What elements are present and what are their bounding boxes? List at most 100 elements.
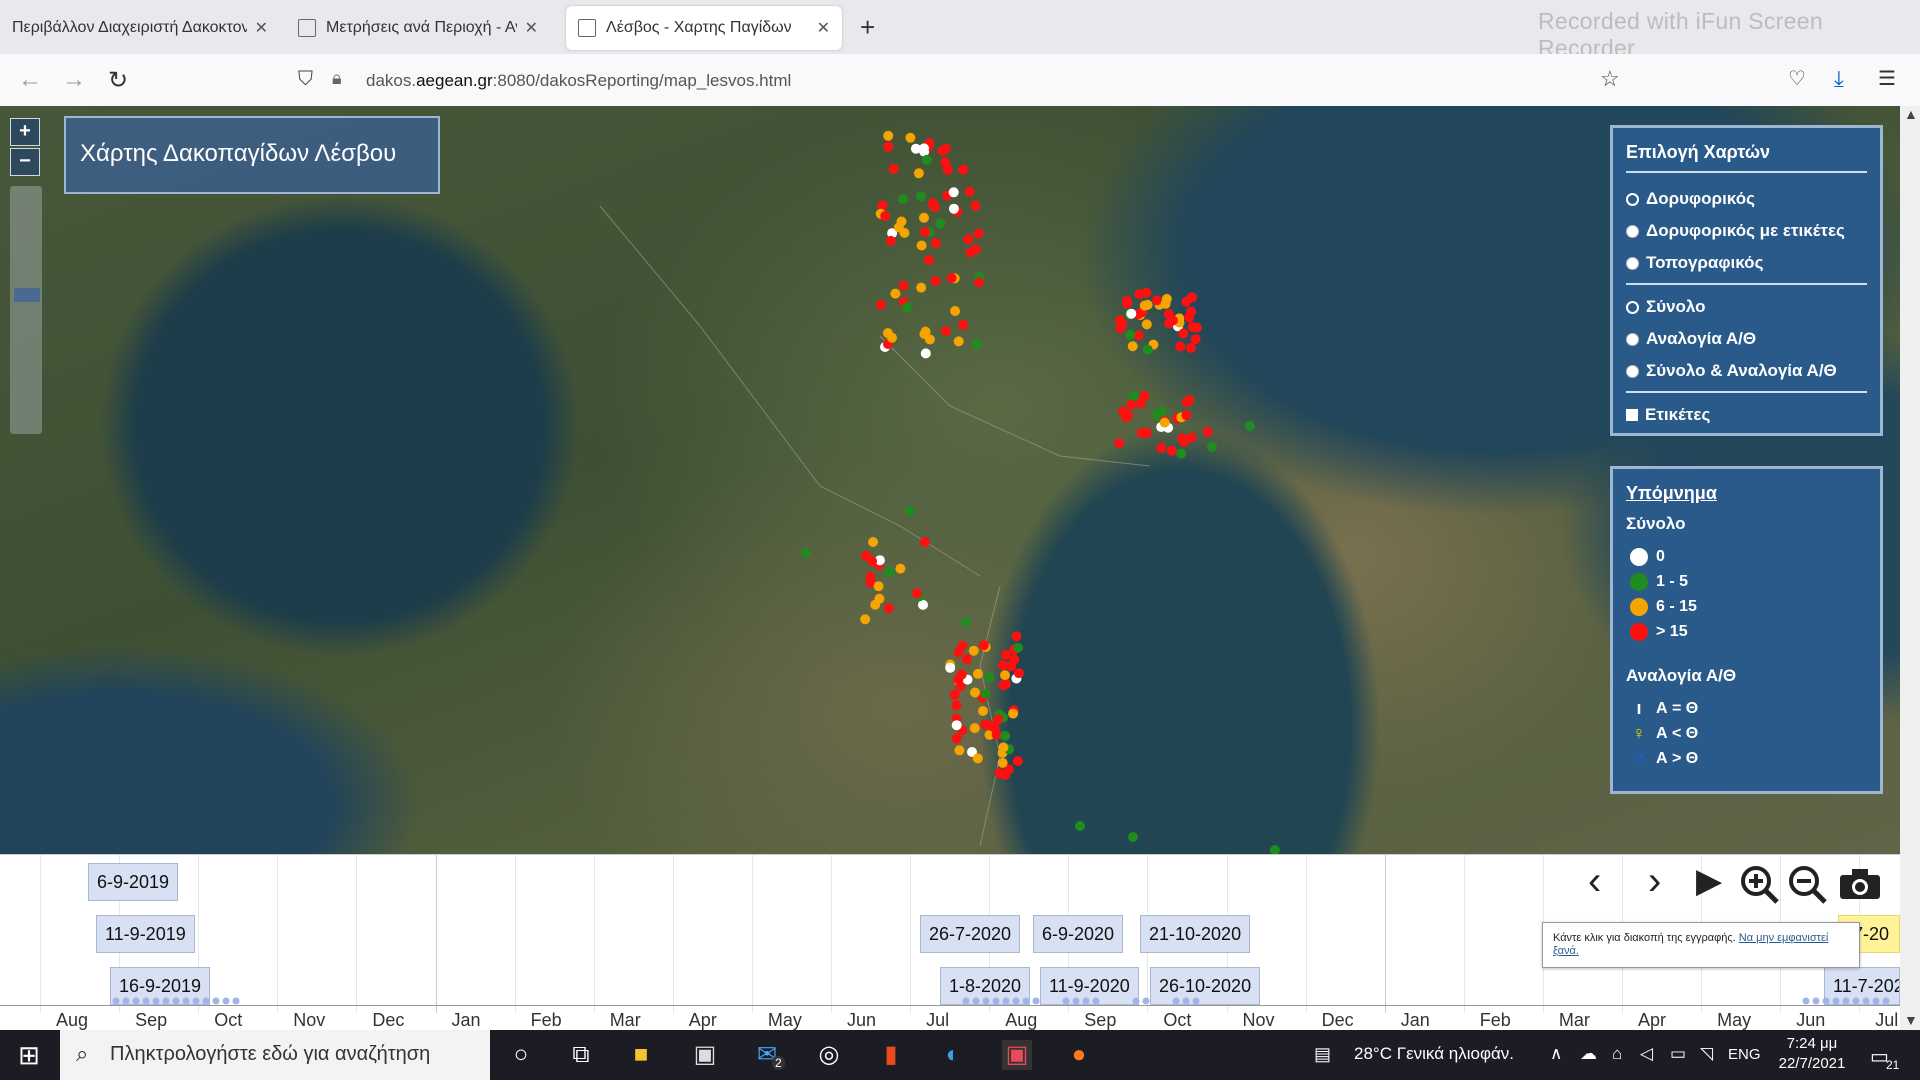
zoom-in-timeline-icon[interactable]	[1738, 863, 1780, 905]
trap-marker[interactable]	[898, 194, 908, 205]
trap-marker[interactable]	[1115, 323, 1126, 334]
zoom-slider[interactable]	[10, 186, 42, 434]
trap-marker[interactable]	[920, 348, 931, 359]
trap-marker[interactable]	[1128, 832, 1138, 842]
weather-text[interactable]: 28°C Γενικά ηλιοφάν.	[1354, 1044, 1514, 1064]
trap-marker[interactable]	[875, 299, 886, 310]
trap-marker[interactable]	[801, 548, 811, 558]
radio-icon[interactable]	[1626, 224, 1639, 238]
trap-marker[interactable]	[902, 302, 912, 313]
trap-marker[interactable]	[918, 599, 928, 610]
trap-marker[interactable]	[948, 187, 959, 198]
volume-icon[interactable]: ◁	[1640, 1044, 1653, 1064]
trap-marker[interactable]	[1191, 322, 1202, 333]
show-hidden-icons-icon[interactable]: ∧	[1550, 1044, 1562, 1064]
trap-marker[interactable]	[919, 537, 930, 548]
trap-marker[interactable]	[916, 240, 927, 251]
trap-marker[interactable]	[970, 687, 980, 698]
trap-marker[interactable]	[970, 200, 981, 211]
trap-marker[interactable]	[964, 186, 975, 197]
trap-marker[interactable]	[1202, 426, 1213, 437]
trap-marker[interactable]	[954, 745, 965, 756]
tab-lesvos-map[interactable]: Λέσβος - Χαρτης Παγίδων ✕	[566, 6, 842, 50]
trap-marker[interactable]	[1013, 668, 1024, 679]
checkbox-icon[interactable]	[1626, 409, 1638, 421]
trap-marker[interactable]	[905, 132, 916, 143]
trap-marker[interactable]	[880, 210, 891, 221]
overlay-total-ratio[interactable]: Σύνολο & Αναλογία Α/Θ	[1626, 355, 1867, 387]
trap-marker[interactable]	[1187, 292, 1197, 303]
trap-marker[interactable]	[948, 203, 959, 214]
office-icon[interactable]: ▮	[876, 1040, 906, 1070]
trap-marker[interactable]	[874, 593, 885, 604]
trap-marker[interactable]	[1160, 298, 1171, 309]
trap-marker[interactable]	[973, 228, 984, 239]
reload-icon[interactable]: ↻	[108, 66, 128, 95]
tab-measurements[interactable]: Μετρήσεις ανά Περιοχή - Ανα ✕	[286, 6, 550, 50]
page-scrollbar[interactable]: ▲ ▼	[1900, 106, 1920, 1030]
trap-marker[interactable]	[1156, 442, 1167, 453]
trap-marker[interactable]	[1142, 344, 1153, 355]
trap-marker[interactable]	[1136, 427, 1147, 438]
trap-marker[interactable]	[919, 143, 929, 154]
trap-marker[interactable]	[905, 506, 915, 516]
trap-marker[interactable]	[963, 234, 974, 245]
labels-checkbox[interactable]: Ετικέτες	[1626, 399, 1867, 431]
trap-marker[interactable]	[972, 668, 983, 679]
zoom-out-timeline-icon[interactable]	[1786, 863, 1828, 905]
trap-marker[interactable]	[1167, 315, 1178, 326]
trap-marker[interactable]	[978, 706, 988, 716]
back-arrow-icon[interactable]: ←	[18, 66, 42, 94]
trap-marker[interactable]	[945, 662, 956, 673]
trap-marker[interactable]	[946, 273, 957, 283]
firefox-icon[interactable]: ●	[1064, 1040, 1094, 1070]
trap-marker[interactable]	[953, 336, 964, 347]
trap-marker[interactable]	[895, 563, 906, 574]
basemap-satellite-labels[interactable]: Δορυφορικός με ετικέτες	[1626, 215, 1867, 247]
trap-marker[interactable]	[860, 614, 871, 625]
windows-start-icon[interactable]: ⊞	[14, 1040, 44, 1070]
dell-icon[interactable]: ◎	[814, 1040, 844, 1070]
download-icon[interactable]: ⤓	[1834, 66, 1844, 92]
trap-marker[interactable]	[997, 757, 1008, 768]
trap-marker[interactable]	[919, 212, 929, 223]
play-icon[interactable]: ▶	[1696, 861, 1722, 901]
trap-marker[interactable]	[1134, 289, 1145, 300]
trap-marker[interactable]	[1127, 341, 1138, 352]
trap-marker[interactable]	[953, 674, 964, 685]
trap-marker[interactable]	[974, 277, 984, 288]
trap-marker[interactable]	[1270, 845, 1280, 854]
shield-icon[interactable]: ⛉	[298, 68, 313, 91]
close-tab-icon[interactable]: ✕	[255, 18, 268, 38]
trap-marker[interactable]	[962, 654, 972, 665]
task-view-icon[interactable]: ⧉	[566, 1040, 596, 1070]
trap-marker[interactable]	[883, 141, 894, 152]
trap-marker[interactable]	[1128, 391, 1139, 402]
timeline-date[interactable]: 6-9-2019	[88, 863, 179, 901]
trap-marker[interactable]	[916, 191, 927, 202]
bookmark-star-icon[interactable]: ☆	[1600, 66, 1620, 92]
language-indicator[interactable]: ENG	[1728, 1046, 1761, 1063]
trap-marker[interactable]	[1000, 730, 1011, 741]
taskbar-search[interactable]: ⌕ Πληκτρολογήστε εδώ για αναζήτηση	[60, 1030, 490, 1080]
zoom-out-button[interactable]: −	[10, 148, 40, 176]
trap-marker[interactable]	[920, 227, 931, 237]
trap-marker[interactable]	[1139, 300, 1150, 311]
onedrive-icon[interactable]: ☁	[1580, 1044, 1597, 1064]
trap-marker[interactable]	[969, 723, 980, 734]
scroll-up-icon[interactable]: ▲	[1904, 106, 1918, 122]
trap-marker[interactable]	[1181, 410, 1192, 421]
trap-marker[interactable]	[887, 332, 897, 343]
trap-marker[interactable]	[994, 768, 1005, 779]
trap-marker[interactable]	[971, 339, 982, 350]
trap-marker[interactable]	[980, 688, 991, 699]
trap-marker[interactable]	[949, 689, 960, 700]
trap-marker[interactable]	[927, 198, 938, 209]
trap-marker[interactable]	[1125, 329, 1136, 340]
gift-icon[interactable]: ⌂	[1612, 1044, 1622, 1064]
store-icon[interactable]: ▣	[690, 1040, 720, 1070]
basemap-topographic[interactable]: Τοπογραφικός	[1626, 247, 1867, 279]
trap-marker[interactable]	[1000, 670, 1010, 681]
radio-icon[interactable]	[1626, 332, 1639, 346]
lock-icon[interactable]: 🔒︎	[332, 68, 342, 89]
